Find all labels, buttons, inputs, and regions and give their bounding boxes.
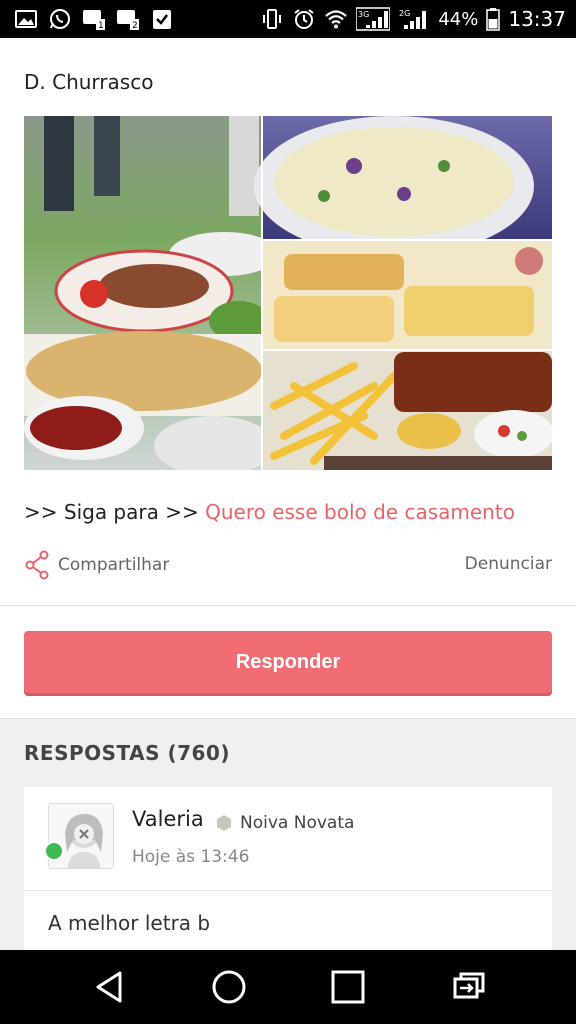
content-scroll-area[interactable]: D. Churrasco >> Siga para >> Quero esse … xyxy=(0,38,576,950)
task-done-icon xyxy=(150,7,174,31)
recent-square-icon xyxy=(331,970,364,1004)
follow-prefix: >> Siga para >> xyxy=(24,500,199,524)
navigation-bar xyxy=(0,950,576,1024)
switch-apps-button[interactable] xyxy=(443,963,491,1011)
vibrate-icon xyxy=(260,7,284,31)
missed-call-sim1-icon: 1 xyxy=(82,7,106,31)
back-triangle-icon xyxy=(96,971,121,1003)
battery-percent: 44% xyxy=(438,8,479,30)
signal-2g-icon: 2G xyxy=(398,7,430,31)
recent-apps-button[interactable] xyxy=(324,963,372,1011)
online-status-dot xyxy=(44,841,64,861)
alarm-icon xyxy=(292,7,316,31)
answers-section: RESPOSTAS (760) Valeria Noiva Novata Hoj… xyxy=(0,718,576,950)
missed-call-sim2-icon: 2 xyxy=(116,7,140,31)
share-button[interactable]: Compartilhar xyxy=(24,550,169,580)
wedding-cake-link[interactable]: Quero esse bolo de casamento xyxy=(205,500,515,524)
food-collage-image[interactable] xyxy=(24,116,552,470)
user-badge: Noiva Novata xyxy=(216,813,354,833)
answers-count-heading: RESPOSTAS (760) xyxy=(24,741,230,765)
follow-link-line: >> Siga para >> Quero esse bolo de casam… xyxy=(24,500,515,524)
share-label: Compartilhar xyxy=(58,555,170,575)
sim1-label: 1 xyxy=(98,21,104,31)
section-divider xyxy=(0,605,576,606)
user-name[interactable]: Valeria xyxy=(132,807,204,831)
back-button[interactable] xyxy=(86,963,134,1011)
card-divider xyxy=(24,890,552,891)
post-title: D. Churrasco xyxy=(24,70,154,94)
share-icon xyxy=(25,550,49,580)
reply-button[interactable]: Responder xyxy=(24,631,552,693)
network-2g-label: 2G xyxy=(399,9,410,18)
wifi-icon xyxy=(324,7,348,31)
sim2-label: 2 xyxy=(132,21,138,31)
answer-timestamp: Hoje às 13:46 xyxy=(132,847,250,867)
battery-icon xyxy=(486,7,501,31)
answer-card[interactable]: Valeria Noiva Novata Hoje às 13:46 A mel… xyxy=(24,787,552,950)
signal-3g-icon: 3G xyxy=(356,7,391,31)
report-button[interactable]: Denunciar xyxy=(465,554,552,574)
clock: 13:37 xyxy=(508,7,566,31)
gallery-notification-icon xyxy=(14,7,38,31)
answer-text: A melhor letra b xyxy=(48,911,211,935)
home-button[interactable] xyxy=(205,963,253,1011)
hexagon-badge-icon xyxy=(217,815,231,831)
user-badge-label: Noiva Novata xyxy=(240,813,355,833)
status-bar: 1 2 3G 2G 44% 13:37 xyxy=(0,0,576,38)
network-3g-label: 3G xyxy=(358,10,369,19)
home-circle-icon xyxy=(212,970,245,1004)
switch-apps-icon xyxy=(453,972,484,999)
whatsapp-notification-icon xyxy=(48,7,72,31)
